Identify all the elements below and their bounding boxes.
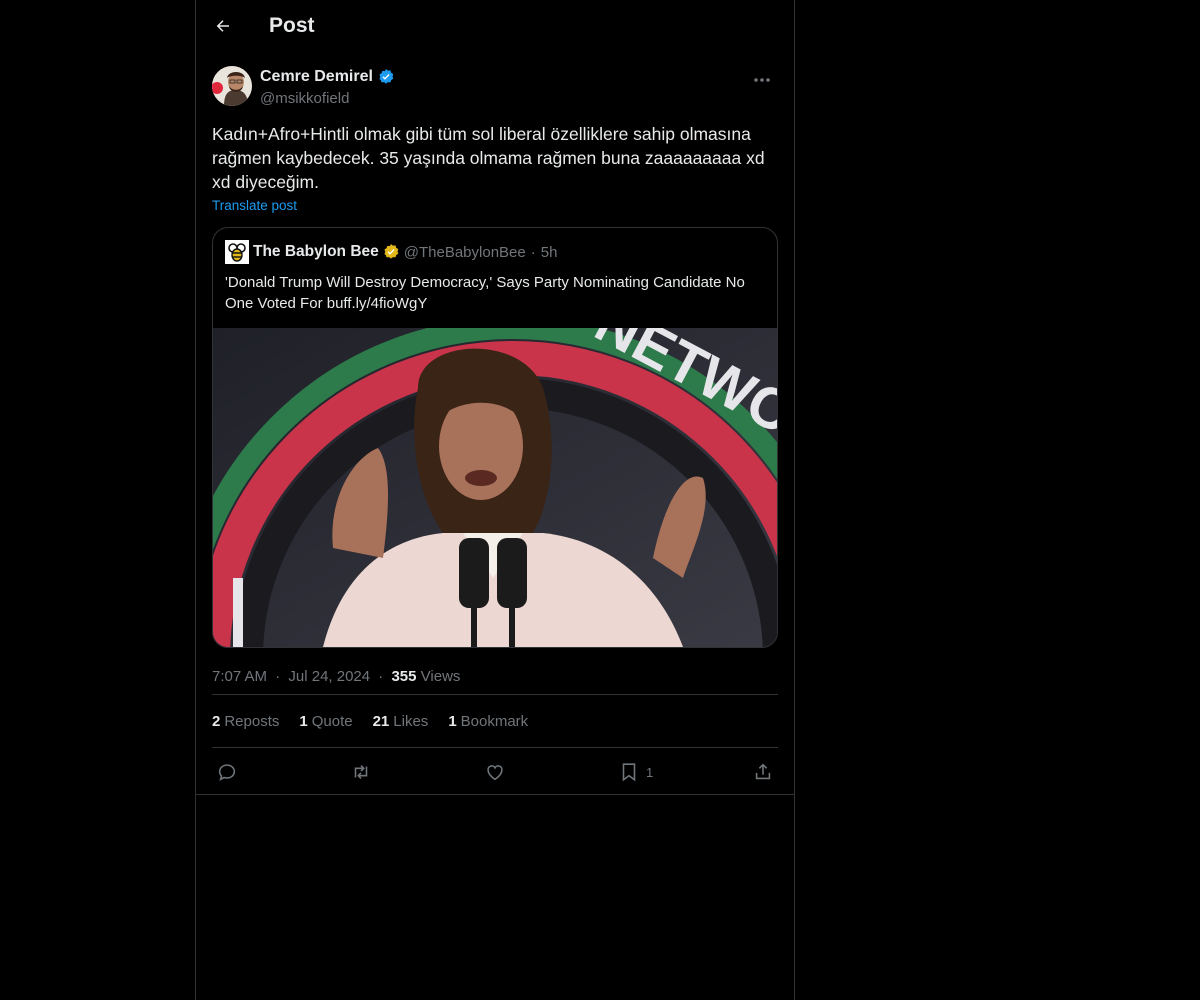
separator-dot: · (275, 668, 281, 685)
share-icon (755, 763, 771, 780)
views-count: 355 (391, 668, 417, 685)
post-column: Post Cemre Demirel @msikkofield Kadın+Af… (195, 0, 795, 1000)
repost-button[interactable] (350, 760, 372, 784)
verified-badge-icon (379, 69, 394, 84)
translate-post-link[interactable]: Translate post (212, 198, 297, 213)
post-date[interactable]: Jul 24, 2024 (288, 668, 370, 685)
reply-icon (218, 764, 236, 781)
quoted-post-image[interactable]: NETWORK (213, 328, 777, 647)
engagement-stats: 2 Reposts 1 Quote 21 Likes 1 Bookmark (212, 695, 778, 747)
author-row: Cemre Demirel @msikkofield (212, 64, 778, 116)
share-button[interactable] (752, 760, 774, 784)
separator-dot: · (378, 668, 384, 685)
quoted-post[interactable]: The Babylon Bee @TheBabylonBee · 5h 'Don… (212, 227, 778, 648)
quoted-post-header: The Babylon Bee @TheBabylonBee · 5h (213, 228, 777, 264)
babylon-bee-logo (225, 240, 249, 264)
author-name[interactable]: Cemre Demirel (260, 68, 373, 86)
quotes-stat[interactable]: 1 Quote (299, 713, 352, 730)
reposts-stat[interactable]: 2 Reposts (212, 713, 279, 730)
views-label: Views (420, 668, 461, 685)
more-horizontal-icon (754, 78, 770, 82)
bookmark-button[interactable]: 1 (618, 760, 653, 784)
divider (196, 794, 794, 795)
reply-button[interactable] (216, 760, 238, 784)
repost-icon (354, 765, 368, 779)
action-bar: 1 (212, 748, 778, 795)
quoted-post-time: 5h (540, 243, 558, 261)
separator-dot: · (530, 243, 536, 261)
header: Post (196, 0, 794, 55)
like-button[interactable] (484, 760, 506, 784)
back-button[interactable] (210, 13, 236, 39)
author-handle[interactable]: @msikkofield (260, 90, 349, 107)
post-text: Kadın+Afro+Hintli olmak gibi tüm sol lib… (212, 124, 765, 192)
bookmark-count: 1 (646, 764, 654, 780)
post: Cemre Demirel @msikkofield Kadın+Afro+Hi… (196, 64, 794, 795)
verified-org-badge-icon (384, 244, 399, 259)
quoted-author-name: The Babylon Bee (253, 243, 379, 260)
arrow-left-icon (216, 20, 229, 32)
more-options-button[interactable] (746, 70, 778, 90)
likes-stat[interactable]: 21 Likes (373, 713, 429, 730)
quoted-post-text: 'Donald Trump Will Destroy Democracy,' S… (225, 274, 745, 312)
page-title: Post (269, 14, 315, 37)
post-time[interactable]: 7:07 AM (212, 668, 267, 685)
post-meta: 7:07 AM · Jul 24, 2024 · 355 Views (212, 668, 778, 690)
quoted-author-handle: @TheBabylonBee (403, 243, 526, 261)
bookmark-icon (622, 763, 636, 782)
bookmarks-stat[interactable]: 1 Bookmark (448, 713, 528, 730)
heart-icon (487, 765, 503, 781)
avatar[interactable] (212, 66, 252, 106)
